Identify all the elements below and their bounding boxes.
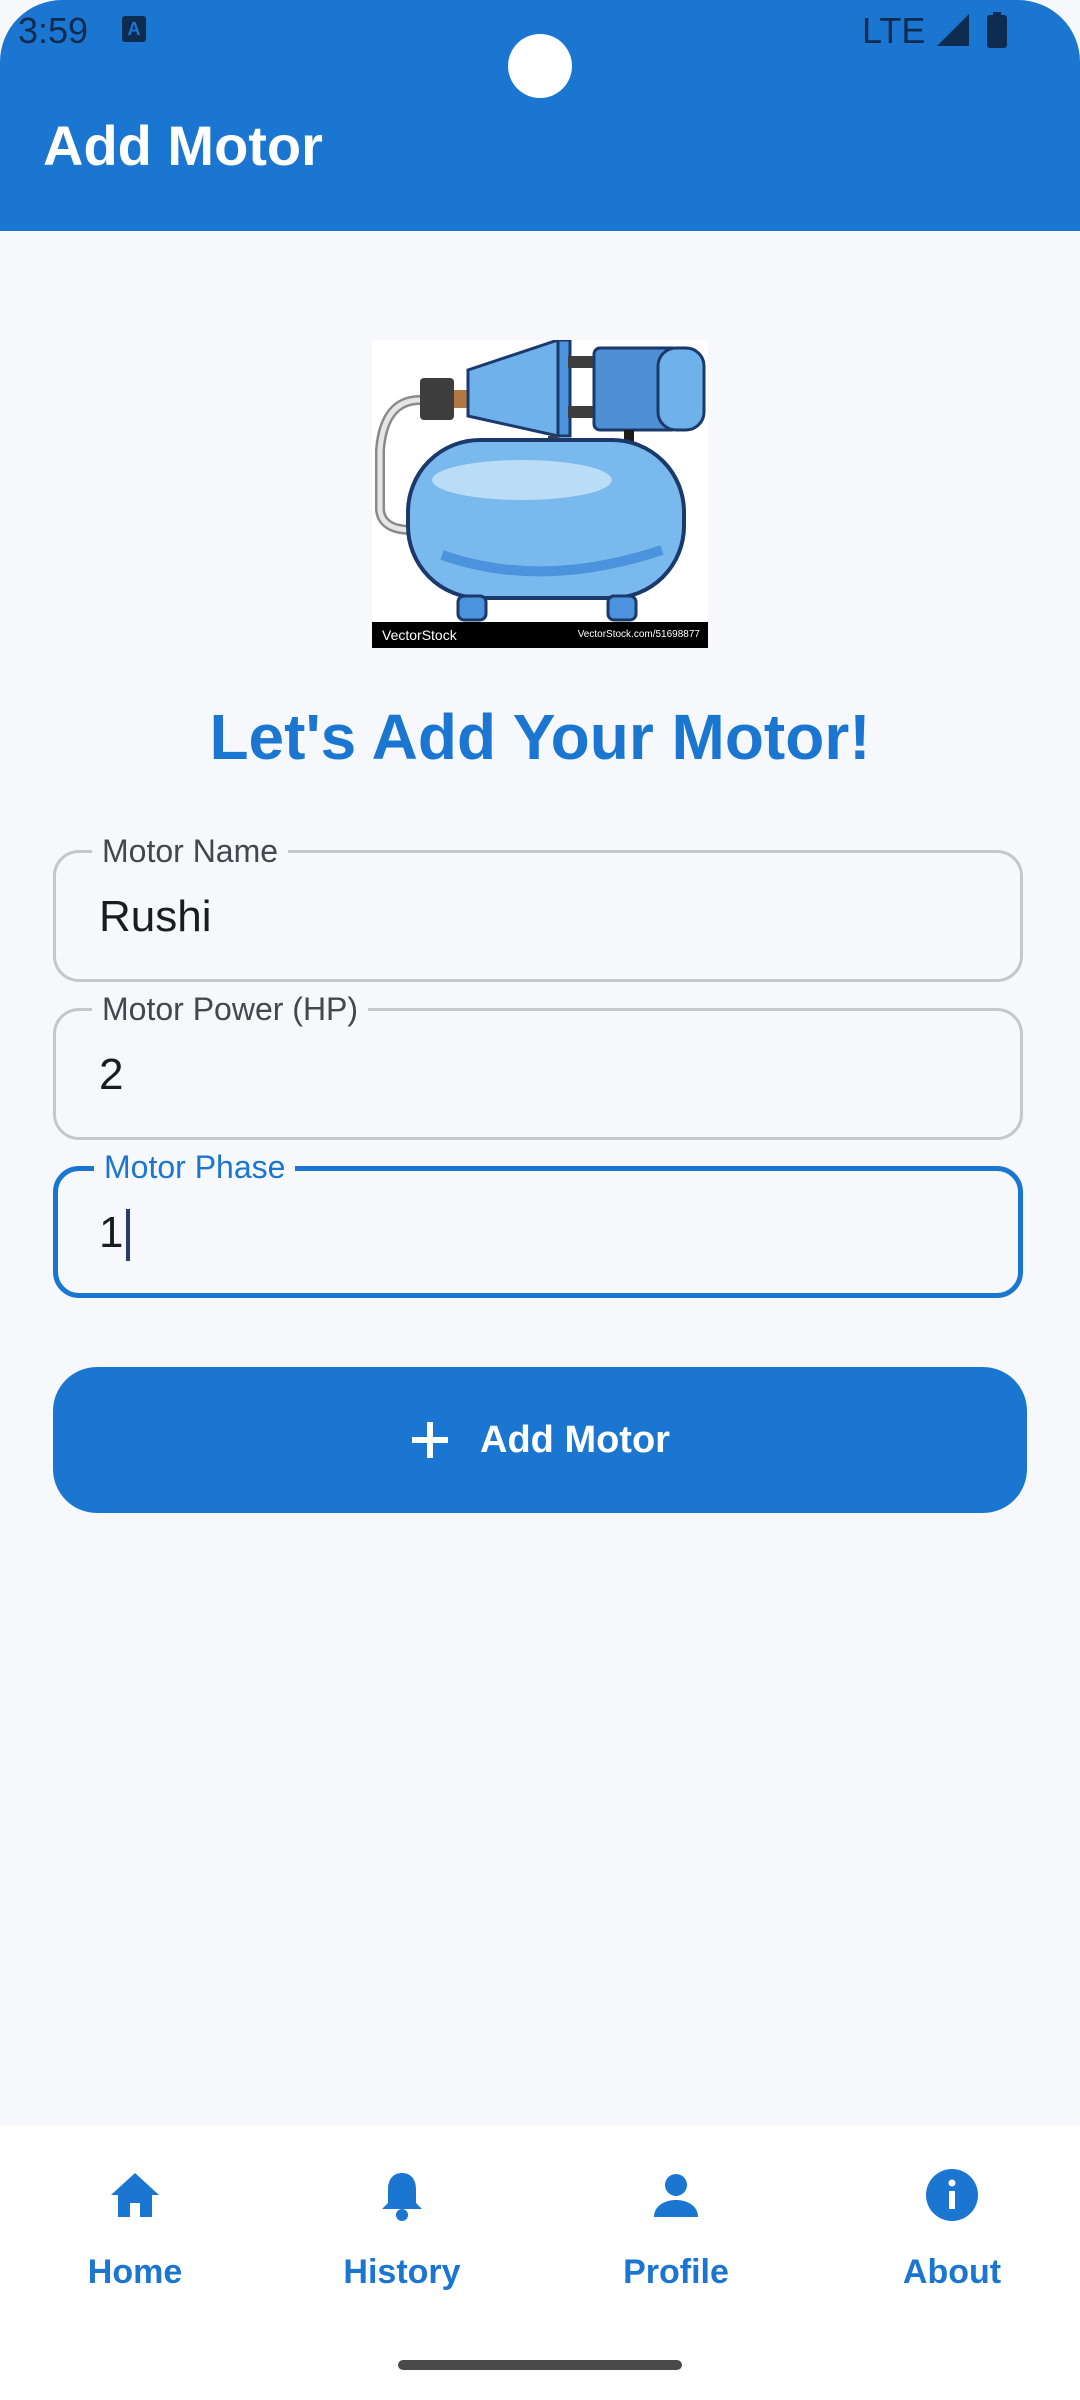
motor-phase-field[interactable]: Motor Phase 1 (53, 1147, 1023, 1298)
battery-icon (987, 12, 1007, 48)
status-network: LTE (862, 10, 926, 51)
image-watermark: VectorStock VectorStock.com/51698877 (372, 622, 708, 648)
nav-label-about: About (902, 2253, 1002, 2291)
home-indicator[interactable] (398, 2360, 682, 2370)
app-bar: 3:59 A LTE Add Motor (0, 0, 1080, 231)
nav-item-home[interactable]: Home (0, 2125, 270, 2325)
add-motor-label: Add Motor (480, 1418, 670, 1461)
bell-icon (382, 2173, 422, 2221)
nav-label-profile: Profile (623, 2253, 729, 2291)
motor-image: VectorStock VectorStock.com/51698877 (372, 337, 708, 648)
motor-phase-input[interactable]: 1 (99, 1205, 131, 1262)
home-icon (111, 2173, 159, 2217)
add-motor-button[interactable]: Add Motor (53, 1367, 1027, 1513)
page-title: Add Motor (43, 114, 323, 177)
text-cursor (126, 1209, 131, 1262)
nav-item-history[interactable]: History (267, 2125, 537, 2325)
camera-cutout (508, 34, 572, 98)
notification-icon: A (122, 16, 146, 42)
plus-icon (412, 1422, 449, 1458)
motor-phase-label: Motor Phase (94, 1147, 296, 1187)
motor-power-field[interactable]: Motor Power (HP) 2 (53, 989, 1023, 1140)
person-icon (654, 2174, 698, 2217)
motor-power-label: Motor Power (HP) (92, 989, 369, 1029)
signal-icon (937, 14, 969, 46)
motor-phase-value: 1 (99, 1208, 124, 1257)
motor-name-field[interactable]: Motor Name Rushi (53, 831, 1023, 982)
info-icon (926, 2169, 978, 2221)
water-pump-illustration (375, 337, 706, 622)
nav-label-history: History (343, 2253, 461, 2291)
status-time: 3:59 (18, 10, 89, 51)
bottom-navigation: Home History Profile About (0, 2125, 1080, 2400)
motor-name-label: Motor Name (92, 831, 289, 871)
nav-label-home: Home (87, 2253, 183, 2291)
motor-name-value: Rushi (99, 892, 212, 941)
watermark-left: VectorStock (382, 627, 457, 643)
nav-item-about[interactable]: About (817, 2125, 1080, 2325)
form-headline: Let's Add Your Motor! (209, 701, 871, 773)
watermark-right: VectorStock.com/51698877 (577, 629, 700, 640)
motor-power-value: 2 (99, 1050, 124, 1099)
nav-item-profile[interactable]: Profile (541, 2125, 811, 2325)
